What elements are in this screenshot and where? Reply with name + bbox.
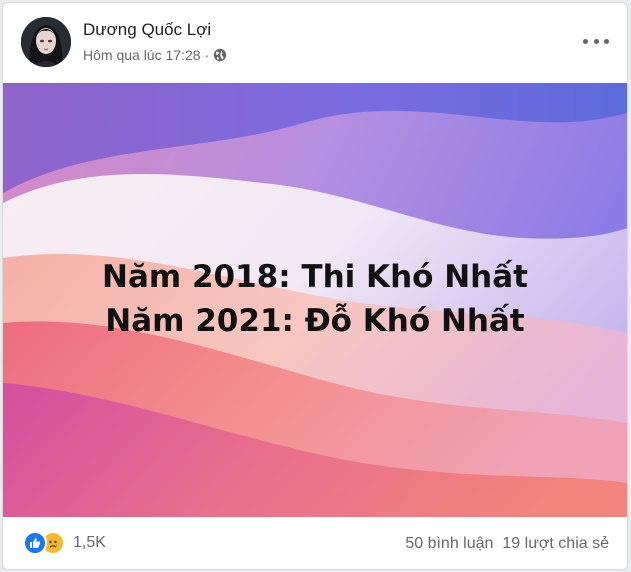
caption-line-1: Năm 2018: Thi Khó Nhất: [102, 259, 528, 295]
dot-separator: ·: [204, 47, 210, 63]
post-card: Dương Quốc Lợi Hôm qua lúc 17:28 · Năm 2…: [2, 2, 628, 570]
caption-line-2: Năm 2021: Đỗ Khó Nhất: [105, 303, 525, 339]
author-name[interactable]: Dương Quốc Lợi: [83, 20, 211, 40]
like-icon: [23, 531, 47, 555]
more-options-icon[interactable]: [583, 31, 609, 51]
comments-count[interactable]: 50 bình luận: [405, 535, 493, 553]
post-footer: 1,5K 50 bình luận 19 lượt chia sẻ: [3, 517, 627, 569]
engagement-stats: 50 bình luận 19 lượt chia sẻ: [405, 535, 609, 553]
shares-count[interactable]: 19 lượt chia sẻ: [502, 535, 609, 553]
post-meta: Hôm qua lúc 17:28 ·: [83, 47, 227, 63]
post-time[interactable]: Hôm qua lúc 17:28: [83, 47, 201, 63]
post-header: Dương Quốc Lợi Hôm qua lúc 17:28 ·: [3, 3, 627, 83]
post-image[interactable]: Năm 2018: Thi Khó Nhất Năm 2021: Đỗ Khó …: [3, 83, 627, 517]
author-avatar[interactable]: [21, 17, 71, 67]
image-caption: Năm 2018: Thi Khó Nhất Năm 2021: Đỗ Khó …: [3, 255, 627, 343]
reactions-summary[interactable]: 1,5K: [23, 531, 106, 555]
reaction-count[interactable]: 1,5K: [73, 534, 106, 552]
globe-icon[interactable]: [213, 48, 227, 62]
